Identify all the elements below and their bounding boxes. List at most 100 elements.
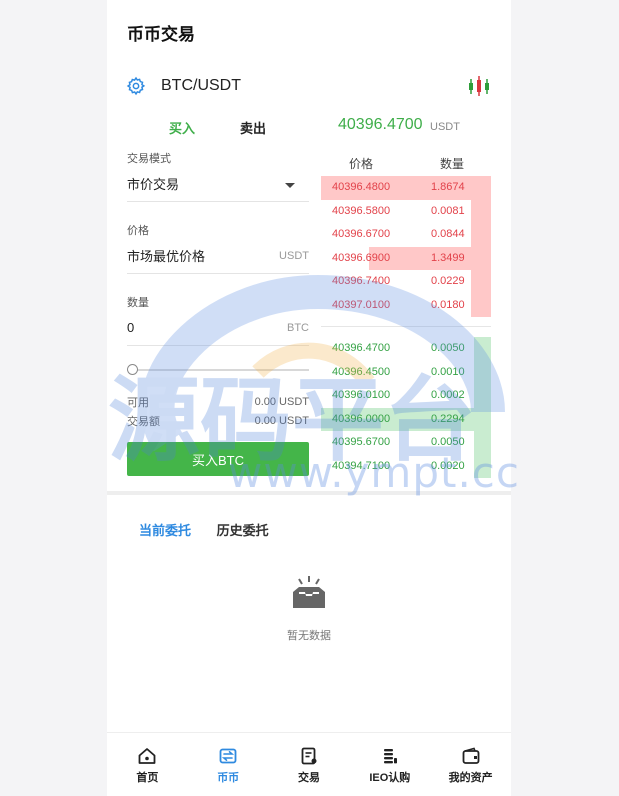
settings-gear-icon[interactable]	[125, 75, 147, 97]
ask-qty: 0.0081	[431, 204, 465, 217]
ask-row[interactable]: 40396.7400 0.0229	[321, 270, 491, 294]
tab-buy[interactable]: 买入	[169, 118, 195, 137]
qty-label: 数量	[127, 297, 149, 309]
price-column-header: 价格	[349, 157, 374, 171]
nav-trade[interactable]: 交易	[269, 733, 350, 796]
available-value: 0.00 USDT	[254, 395, 309, 408]
page-title: 币币交易	[127, 24, 195, 44]
ask-row[interactable]: 40397.0100 0.0180	[321, 293, 491, 317]
bid-qty: 0.0010	[431, 365, 465, 378]
tab-order-history[interactable]: 历史委托	[217, 523, 269, 538]
ieo-icon	[383, 749, 397, 764]
tab-sell[interactable]: 卖出	[240, 118, 266, 137]
amount-value: 0.00 USDT	[254, 414, 309, 427]
trade-mode-value: 市价交易	[127, 177, 180, 192]
nav-exchange-label: 币币	[217, 772, 240, 784]
bid-price: 40396.4700	[332, 342, 391, 354]
bid-price: 40396.0100	[332, 389, 391, 401]
ask-depth-bar	[470, 270, 491, 294]
buy-btc-button[interactable]: 买入BTC	[127, 442, 309, 476]
qty-slider[interactable]	[127, 360, 309, 380]
bid-depth-bar	[474, 431, 491, 455]
ask-row[interactable]: 40396.4800 1.8674	[321, 176, 491, 200]
bottom-nav: 首页 币币 交易 IEO认购 我的资产	[107, 732, 511, 796]
bid-depth-bar	[474, 384, 491, 408]
ask-depth-bar	[470, 223, 491, 247]
price-value: 市场最优价格	[127, 249, 206, 264]
order-form: 交易模式 市价交易 价格 市场最优价格 USDT 数量 0 BTC 可用 0.0…	[127, 150, 309, 476]
pair-name[interactable]: BTC/USDT	[161, 77, 241, 95]
nav-home-label: 首页	[136, 772, 159, 784]
nav-trade-label: 交易	[297, 772, 320, 784]
slider-handle[interactable]	[127, 364, 138, 375]
bid-qty: 0.2294	[431, 412, 465, 425]
ask-price: 40396.7400	[332, 275, 391, 287]
nav-exchange[interactable]: 币币	[188, 733, 269, 796]
trade-mode-label: 交易模式	[127, 153, 171, 165]
qty-column-header: 数量	[440, 157, 465, 171]
bid-depth-bar	[474, 360, 491, 384]
ask-row[interactable]: 40396.6700 0.0844	[321, 223, 491, 247]
bid-row[interactable]: 40396.0000 0.2294	[321, 407, 491, 431]
ask-price: 40396.4800	[332, 181, 391, 193]
last-price: 40396.4700	[338, 116, 423, 133]
bid-price: 40395.6700	[332, 436, 391, 448]
qty-input[interactable]: 0 BTC	[127, 310, 309, 346]
ask-qty: 0.0229	[431, 275, 465, 287]
ask-row[interactable]: 40396.5800 0.0081	[321, 199, 491, 223]
nav-ieo[interactable]: IEO认购	[349, 733, 430, 796]
price-field[interactable]: 市场最优价格 USDT	[127, 238, 309, 274]
section-divider	[107, 491, 511, 495]
bid-price: 40394.7100	[332, 459, 391, 472]
slider-track	[127, 369, 309, 371]
bid-price: 40396.4500	[332, 365, 391, 378]
amount-label: 交易额	[127, 415, 160, 428]
ask-qty: 1.3499	[431, 251, 465, 264]
bid-row[interactable]: 40396.4700 0.0050	[321, 337, 491, 361]
order-tabs: 当前委托 历史委托	[139, 520, 269, 539]
bid-row[interactable]: 40396.0100 0.0002	[321, 384, 491, 408]
amount-row: 交易额 0.00 USDT	[127, 411, 309, 430]
nav-ieo-label: IEO认购	[369, 772, 411, 784]
book-divider	[321, 326, 491, 327]
ask-qty: 0.0844	[431, 228, 465, 240]
home-icon	[138, 748, 156, 764]
nav-assets-label: 我的资产	[448, 772, 493, 784]
bid-qty: 0.0020	[431, 459, 465, 472]
bid-row[interactable]: 40394.7100 0.0020	[321, 454, 491, 478]
bid-row[interactable]: 40395.6700 0.0050	[321, 431, 491, 455]
trade-mode-select[interactable]: 市价交易	[127, 166, 309, 202]
last-price-unit: USDT	[430, 121, 460, 133]
phone-frame: 币币交易 BTC/USDT 买入 卖出 40396.4700 USDT 交易模式…	[107, 0, 511, 796]
wallet-icon	[462, 747, 479, 764]
bid-depth-bar	[474, 454, 491, 478]
available-label: 可用	[127, 396, 149, 409]
bid-qty: 0.0050	[431, 436, 465, 448]
buy-sell-tabs: 买入 卖出 40396.4700 USDT	[107, 116, 511, 140]
bid-qty: 0.0050	[431, 342, 465, 354]
dropdown-caret-icon	[285, 183, 295, 188]
candlestick-chart-icon[interactable]	[467, 74, 491, 98]
no-data-text: 暂无数据	[287, 630, 331, 642]
trade-icon	[301, 747, 317, 765]
nav-assets[interactable]: 我的资产	[430, 733, 511, 796]
order-book-header: 价格 数量	[321, 150, 491, 176]
ask-price: 40396.6700	[332, 228, 391, 240]
price-unit: USDT	[279, 249, 309, 262]
pair-selector[interactable]: BTC/USDT	[107, 70, 511, 102]
ask-qty: 0.0180	[431, 298, 465, 311]
bids-list: 40396.4700 0.0050 40396.4500 0.0010 40396.01…	[321, 337, 491, 478]
nav-home[interactable]: 首页	[107, 733, 188, 796]
qty-value: 0	[127, 320, 135, 335]
available-row: 可用 0.00 USDT	[127, 392, 309, 411]
ask-depth-bar	[470, 199, 491, 223]
bid-price: 40396.0000	[332, 412, 391, 425]
ask-depth-bar	[470, 293, 491, 317]
price-label: 价格	[127, 225, 149, 237]
tab-current-orders[interactable]: 当前委托	[139, 523, 191, 538]
bid-qty: 0.0002	[431, 389, 465, 401]
bid-row[interactable]: 40396.4500 0.0010	[321, 360, 491, 384]
exchange-icon	[219, 748, 237, 764]
page-header: 币币交易	[107, 0, 511, 64]
ask-row[interactable]: 40396.6900 1.3499	[321, 246, 491, 270]
